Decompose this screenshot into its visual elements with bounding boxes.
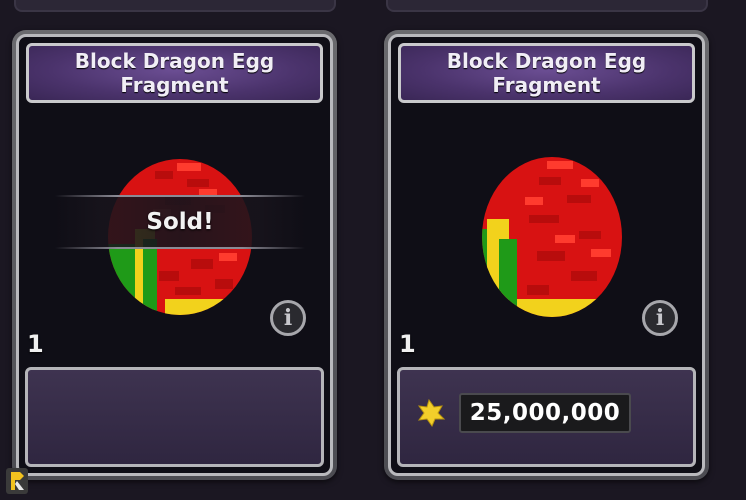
gold-cubit-icon — [417, 398, 446, 428]
item-quantity: 1 — [399, 330, 416, 358]
background-panel-top-left — [14, 0, 336, 12]
price-panel-empty — [25, 367, 324, 467]
info-icon[interactable]: i — [270, 300, 306, 336]
sold-overlay: Sold! — [55, 195, 305, 249]
card-frame: Block Dragon Egg Fragment — [16, 34, 333, 476]
card-frame: Block Dragon Egg Fragment — [388, 34, 705, 476]
background-panel-top-right — [386, 0, 708, 12]
shop-item-card-2[interactable]: Block Dragon Egg Fragment i 1 25,000,000 — [384, 30, 709, 480]
price-value: 25,000,000 — [469, 400, 621, 426]
dragon-egg-image — [482, 157, 622, 317]
item-title-bar: Block Dragon Egg Fragment — [26, 43, 323, 103]
shop-item-card-1[interactable]: Block Dragon Egg Fragment Sold! i 1 — [12, 30, 337, 480]
sold-label: Sold! — [146, 209, 214, 235]
price-button[interactable]: 25,000,000 — [459, 393, 631, 433]
item-quantity: 1 — [27, 330, 44, 358]
item-title: Block Dragon Egg Fragment — [446, 49, 647, 97]
info-icon[interactable]: i — [642, 300, 678, 336]
item-title-bar: Block Dragon Egg Fragment — [398, 43, 695, 103]
price-panel: 25,000,000 — [397, 367, 696, 467]
item-title: Block Dragon Egg Fragment — [74, 49, 275, 97]
game-logo-icon — [6, 468, 28, 494]
